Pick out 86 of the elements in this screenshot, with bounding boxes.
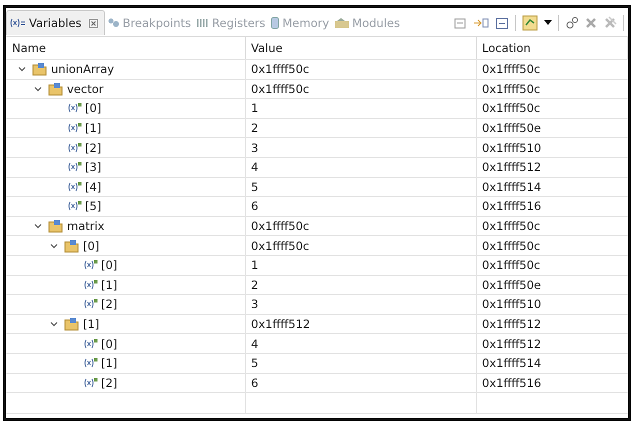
chevron-icon[interactable]: [50, 320, 58, 328]
caret-icon[interactable]: [544, 20, 552, 26]
location-cell-text: 0x1ffff50c: [481, 238, 542, 255]
variable-icon: [84, 299, 98, 310]
value-cell: 3: [246, 138, 477, 157]
location-cell-text: 0x1ffff514: [481, 178, 542, 196]
folder-icon: [48, 219, 64, 234]
location-cell-text: 0x1ffff512: [481, 336, 542, 353]
chevron-icon[interactable]: [34, 84, 42, 93]
close-icon[interactable]: [88, 18, 98, 28]
variable-icon: [68, 162, 82, 172]
location-cell-text: 0x1ffff50c: [481, 61, 542, 78]
variable-icon: [84, 280, 98, 290]
location-cell-text: 0x1ffff50e: [481, 120, 542, 138]
value-cell: 2: [246, 276, 477, 294]
variable-icon: [68, 201, 82, 212]
value-cell: 5: [246, 354, 477, 372]
variable-name: matrix: [67, 219, 104, 234]
variable-name: [5]: [85, 199, 102, 214]
variable-name: [1]: [83, 317, 100, 332]
value-cell: 6: [246, 374, 477, 392]
variable-name: [0]: [101, 258, 118, 272]
breakpoints-icon: [108, 18, 120, 28]
variable-name: [2]: [101, 297, 118, 312]
variable-icon: [68, 103, 82, 114]
variable-icon: [68, 142, 82, 153]
location-cell-text: 0x1ffff50c: [481, 257, 542, 274]
value-cell: 4: [246, 158, 477, 177]
variable-name: [0]: [83, 238, 100, 253]
variable-name: [4]: [85, 180, 102, 194]
location-cell-text: 0x1ffff510: [481, 140, 542, 157]
value-cell: 1: [246, 256, 477, 275]
variable-name: [2]: [85, 140, 102, 155]
location-cell-text: 0x1ffff510: [481, 296, 542, 314]
value-cell: 2: [246, 118, 477, 138]
variable-name: vector: [67, 82, 104, 96]
value-cell: 5: [246, 178, 477, 196]
chevron-icon[interactable]: [34, 222, 42, 230]
variable-icon: [68, 182, 82, 192]
modules-icon: [335, 18, 350, 28]
value-cell: 0x1ffff50c: [246, 60, 477, 79]
value-cell: 6: [246, 197, 477, 216]
location-cell-text: 0x1ffff50c: [481, 80, 542, 98]
column-header[interactable]: Name: [6, 37, 246, 59]
variable-icon: [84, 378, 98, 388]
view-tab[interactable]: Variables: [6, 10, 105, 35]
variable-name: [2]: [101, 376, 118, 390]
variable-name: [3]: [85, 160, 102, 174]
variables-icon: [10, 18, 26, 28]
column-header[interactable]: Value: [246, 37, 477, 59]
variable-name: unionArray: [51, 62, 114, 76]
value-cell: 4: [246, 334, 477, 353]
collapse-icon[interactable]: [453, 16, 467, 30]
value-cell: 0x1ffff50c: [246, 236, 477, 255]
variable-name: [1]: [85, 121, 102, 136]
variable-name: [0]: [85, 101, 102, 116]
location-cell-text: 0x1ffff512: [481, 316, 542, 334]
variable-icon: [84, 338, 98, 349]
chevron-icon[interactable]: [18, 65, 26, 74]
memory-icon: [271, 17, 280, 29]
folder-icon: [32, 62, 48, 76]
column-header[interactable]: Location: [477, 37, 628, 59]
location-cell-text: 0x1ffff50c: [481, 218, 542, 236]
registers-icon: [197, 18, 210, 28]
location-cell-text: 0x1ffff512: [481, 159, 542, 176]
folder-icon: [64, 238, 80, 253]
value-cell: 0x1ffff50c: [246, 80, 477, 98]
variable-icon: [68, 123, 82, 134]
location-cell-text: 0x1ffff516: [481, 198, 542, 216]
location-cell-text: 0x1ffff514: [481, 355, 542, 372]
location-cell-text: 0x1ffff50e: [481, 276, 542, 294]
variable-name: [1]: [101, 356, 118, 370]
variable-icon: [84, 358, 98, 368]
layout-icon[interactable]: [495, 16, 509, 30]
variable-name: [0]: [101, 336, 118, 351]
value-cell: 1: [246, 99, 477, 118]
variable-icon: [84, 260, 98, 270]
folder-icon: [64, 317, 80, 332]
value-cell: 3: [246, 295, 477, 314]
folder-icon: [48, 82, 64, 96]
location-cell-text: 0x1ffff516: [481, 374, 542, 392]
location-cell-text: 0x1ffff50c: [481, 100, 542, 118]
variable-name: [1]: [101, 278, 118, 292]
value-cell: 0x1ffff512: [246, 314, 477, 334]
chevron-icon[interactable]: [50, 242, 58, 250]
value-cell: 0x1ffff50c: [246, 216, 477, 236]
